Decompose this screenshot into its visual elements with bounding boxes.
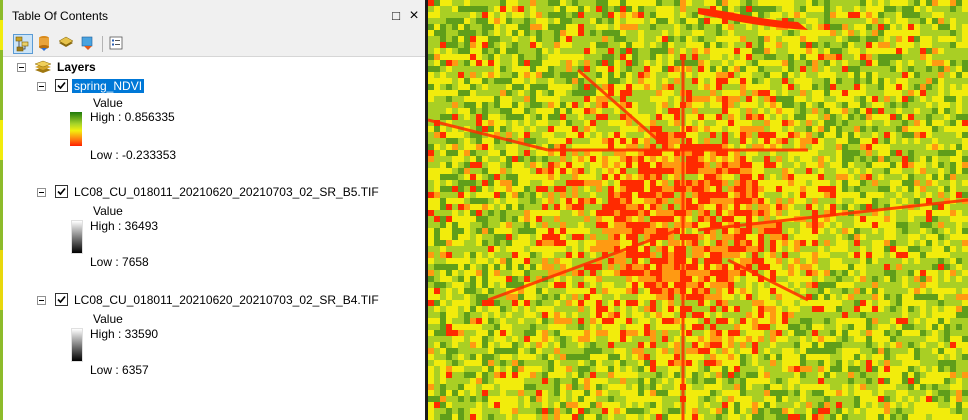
- map-edge-strip: [0, 0, 3, 420]
- ndvi-map-canvas[interactable]: [428, 0, 968, 420]
- map-view[interactable]: [428, 0, 968, 420]
- list-by-source-button[interactable]: [35, 34, 55, 54]
- layer-tree: Layers spring_NDVI Value High : 0.856335…: [0, 57, 425, 420]
- layer-visibility-checkbox[interactable]: [55, 79, 68, 92]
- layer-collapse-toggle[interactable]: [37, 296, 46, 305]
- legend-title: Value: [93, 204, 123, 218]
- legend-high-label: High : 33590: [90, 327, 159, 341]
- legend-title: Value: [93, 312, 123, 326]
- window-title: Table Of Contents: [12, 9, 109, 23]
- layer-name-spring-ndvi[interactable]: spring_NDVI: [72, 79, 145, 93]
- layers-collapse-toggle[interactable]: [17, 63, 26, 72]
- list-by-selection-icon: [81, 36, 93, 50]
- checkmark-icon: [57, 187, 66, 196]
- options-button[interactable]: [107, 34, 127, 54]
- checkmark-icon: [57, 295, 66, 304]
- legend-low-label: Low : 6357: [90, 363, 149, 377]
- legend-high-label: High : 36493: [90, 219, 159, 233]
- legend-low-label: Low : 7658: [90, 255, 149, 269]
- layer-name-b5[interactable]: LC08_CU_018011_20210620_20210703_02_SR_B…: [74, 185, 379, 199]
- toc-title-bar[interactable]: Table Of Contents □ ×: [0, 0, 425, 32]
- options-icon: [109, 36, 123, 50]
- layers-root-label[interactable]: Layers: [57, 60, 96, 74]
- legend-high-label: High : 0.856335: [90, 110, 175, 124]
- list-by-source-icon: [39, 36, 49, 51]
- layer-name-b4[interactable]: LC08_CU_018011_20210620_20210703_02_SR_B…: [74, 293, 379, 307]
- list-by-drawing-order-button[interactable]: [13, 34, 33, 54]
- legend-title: Value: [93, 96, 123, 110]
- layer-collapse-toggle[interactable]: [37, 188, 46, 197]
- list-by-selection-button[interactable]: [79, 34, 99, 54]
- list-by-drawing-order-icon: [15, 36, 29, 52]
- grayscale-color-ramp: [71, 220, 83, 254]
- list-by-visibility-button[interactable]: [57, 34, 77, 54]
- list-by-visibility-icon: [58, 36, 74, 47]
- layer-visibility-checkbox[interactable]: [55, 185, 68, 198]
- maximize-button[interactable]: □: [388, 8, 404, 24]
- toc-toolbar: [0, 32, 425, 57]
- legend-low-label: Low : -0.233353: [90, 148, 177, 162]
- layer-collapse-toggle[interactable]: [37, 82, 46, 91]
- grayscale-color-ramp: [71, 328, 83, 362]
- close-button[interactable]: ×: [406, 8, 422, 24]
- table-of-contents-panel: Table Of Contents □ × Layers spring_NDVI…: [0, 0, 428, 420]
- ndvi-color-ramp: [70, 112, 82, 146]
- checkmark-icon: [57, 81, 66, 90]
- layer-visibility-checkbox[interactable]: [55, 293, 68, 306]
- toolbar-separator: [102, 36, 103, 52]
- layers-icon: [34, 60, 52, 73]
